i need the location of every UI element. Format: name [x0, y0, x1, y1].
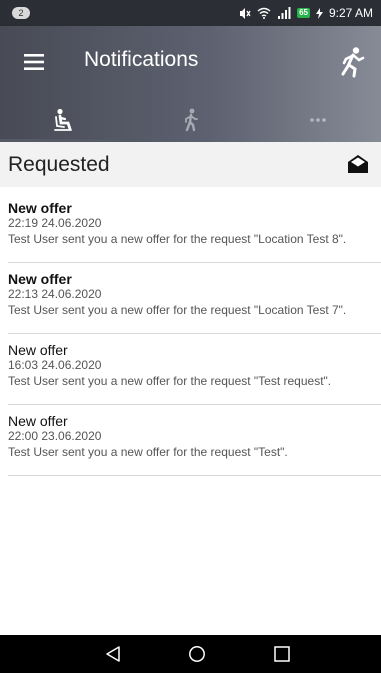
section-title: Requested: [8, 152, 110, 176]
notification-text: Test User sent you a new offer for the r…: [8, 374, 332, 388]
back-icon[interactable]: [104, 645, 122, 668]
status-bar: 2 65 9:27 AM: [0, 0, 381, 26]
signal-icon: [277, 7, 291, 19]
notification-time: 16:03 24.06.2020: [8, 358, 102, 372]
navigation-bar: [0, 635, 381, 673]
list-item[interactable]: New offer 22:13 24.06.2020 Test User sen…: [8, 263, 381, 334]
notification-title: New offer: [8, 200, 72, 216]
tab-requested[interactable]: [0, 98, 127, 142]
tab-more[interactable]: [254, 98, 381, 142]
home-icon[interactable]: [188, 645, 206, 668]
hamburger-menu-icon[interactable]: [22, 51, 48, 73]
walking-person-icon: [183, 108, 199, 132]
charging-icon: [315, 7, 323, 19]
recents-icon[interactable]: [273, 645, 291, 668]
notification-time: 22:00 23.06.2020: [8, 429, 102, 443]
notification-time: 22:13 24.06.2020: [8, 287, 102, 301]
notification-time: 22:19 24.06.2020: [8, 216, 102, 230]
notification-title: New offer: [8, 342, 68, 358]
tab-bar: [0, 98, 381, 142]
notification-list: New offer 22:19 24.06.2020 Test User sen…: [8, 192, 381, 476]
status-icons: 65 9:27 AM: [238, 6, 373, 20]
list-item[interactable]: New offer 22:19 24.06.2020 Test User sen…: [8, 192, 381, 263]
status-time: 9:27 AM: [328, 6, 373, 20]
notification-count-badge: 2: [12, 7, 30, 19]
page-title: Notifications: [84, 48, 199, 71]
running-person-icon[interactable]: [337, 46, 367, 78]
notification-title: New offer: [8, 413, 68, 429]
mute-icon: [238, 7, 251, 20]
seated-person-icon: [52, 108, 76, 132]
notification-text: Test User sent you a new offer for the r…: [8, 232, 347, 246]
battery-icon: 65: [297, 8, 310, 18]
list-item[interactable]: New offer 16:03 24.06.2020 Test User sen…: [8, 334, 381, 405]
list-item[interactable]: New offer 22:00 23.06.2020 Test User sen…: [8, 405, 381, 476]
section-header: Requested: [0, 142, 381, 187]
notification-title: New offer: [8, 271, 72, 287]
toolbar: Notifications: [0, 26, 381, 98]
app-bar: Notifications: [0, 26, 381, 142]
tab-walking[interactable]: [127, 98, 254, 142]
open-envelope-icon[interactable]: [347, 153, 369, 175]
wifi-icon: [257, 7, 271, 19]
notification-text: Test User sent you a new offer for the r…: [8, 303, 347, 317]
more-dots-icon: [309, 117, 327, 123]
notification-text: Test User sent you a new offer for the r…: [8, 445, 288, 459]
